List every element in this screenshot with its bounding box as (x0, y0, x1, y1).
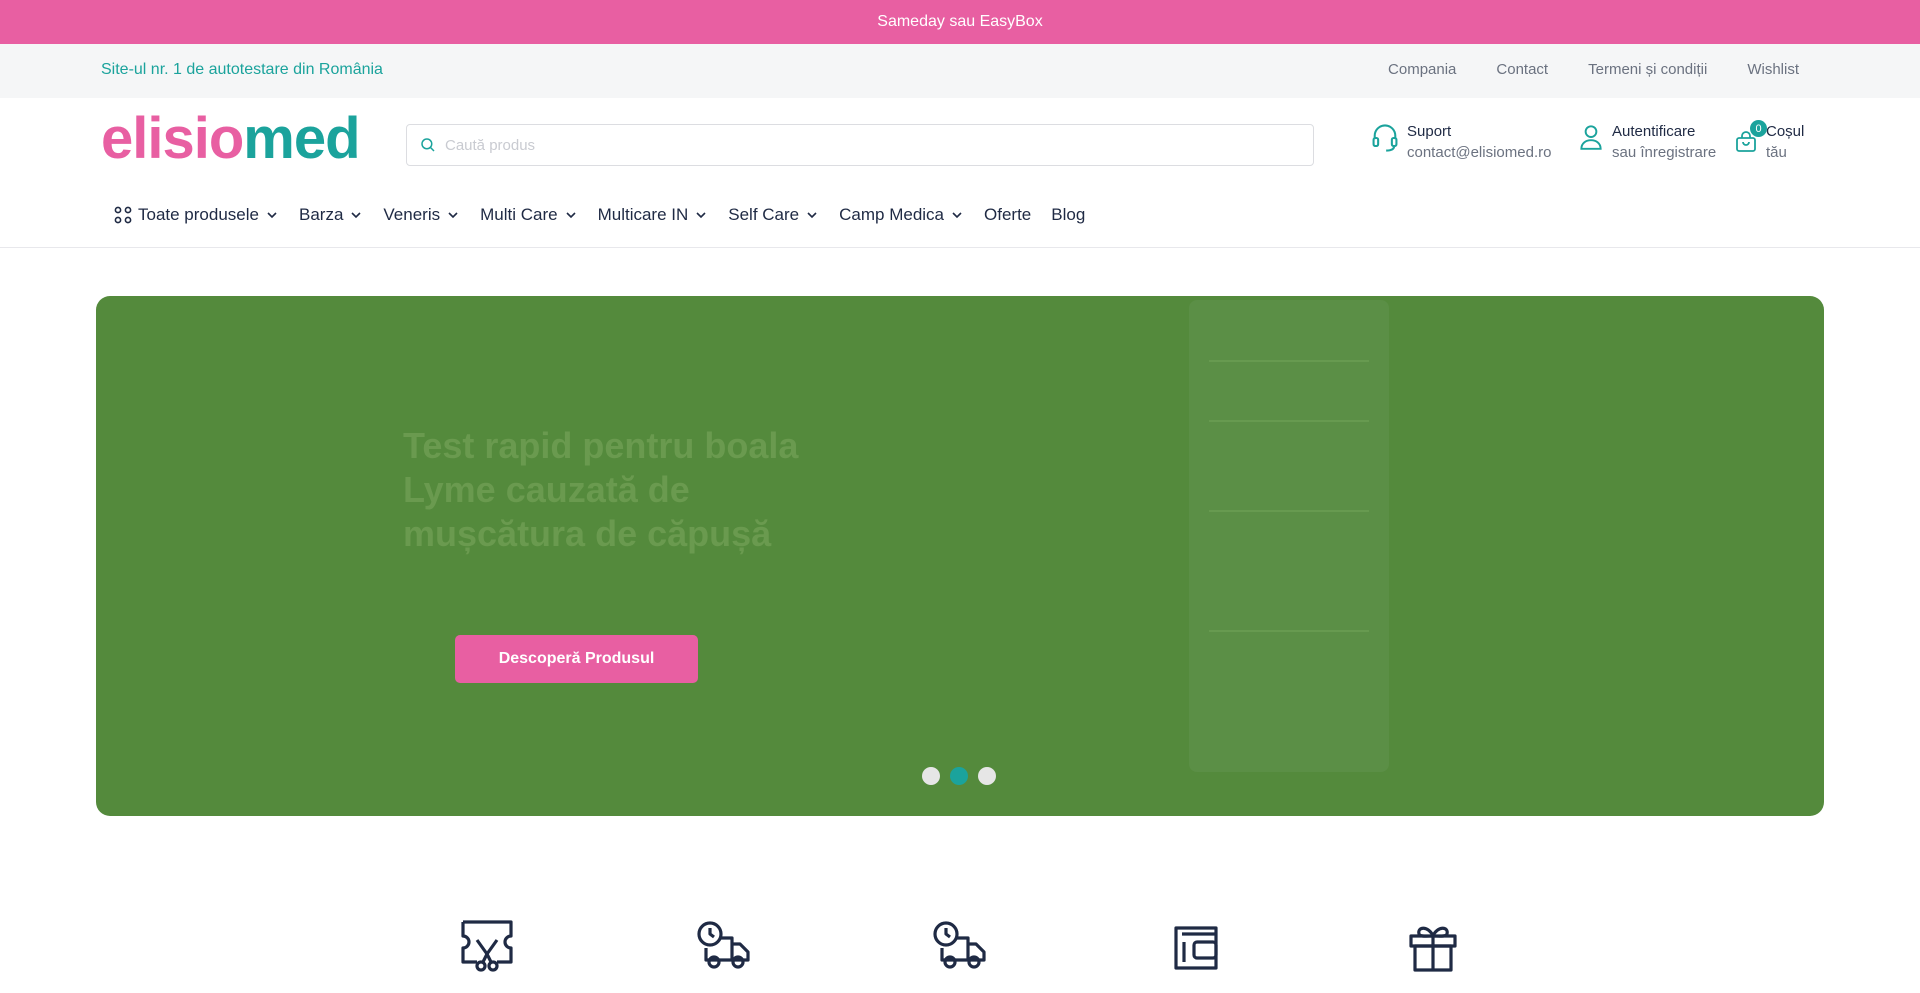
nav-item-multi-care[interactable]: Multi Care (480, 205, 577, 225)
account-title: Autentificare (1612, 123, 1696, 140)
search-input[interactable] (445, 136, 1285, 154)
support-email: contact@elisiomed.ro (1407, 144, 1552, 161)
support-title: Suport (1407, 123, 1452, 140)
utility-tagline: Site-ul nr. 1 de autotestare din România (101, 61, 383, 78)
utility-links: Compania Contact Termeni și condiții Wis… (1388, 61, 1799, 78)
cart-count-badge: 0 (1750, 120, 1767, 137)
nav-item-blog[interactable]: Blog (1051, 205, 1085, 225)
chevron-down-icon (566, 212, 576, 219)
nav-label: Camp Medica (839, 205, 945, 224)
slider-dot-1[interactable] (922, 767, 940, 785)
nav-label: Self Care (728, 205, 800, 224)
user-icon (1580, 125, 1602, 150)
nav-item-self-care[interactable]: Self Care (728, 205, 819, 225)
hero-product-image (1189, 300, 1389, 772)
nav-item-camp-medica[interactable]: Camp Medica (839, 205, 964, 225)
chevron-down-icon (267, 212, 277, 219)
headset-icon (1372, 124, 1398, 152)
link-wishlist[interactable]: Wishlist (1747, 61, 1799, 78)
promo-text: Sameday sau EasyBox (877, 13, 1043, 30)
cart-title: Coșul (1766, 123, 1805, 140)
support-contact[interactable]: Suport contact@elisiomed.ro (1371, 122, 1551, 164)
hero-slider[interactable]: Test rapid pentru boala Lyme cauzată de … (96, 296, 1824, 816)
delivery-truck-clock-icon (933, 921, 986, 969)
nav-label: Oferte (984, 205, 1032, 224)
nav-label: Veneris (383, 205, 441, 224)
nav-label: Toate produsele (138, 205, 259, 224)
slider-dots (922, 767, 996, 785)
utility-bar: Site-ul nr. 1 de autotestare din România… (0, 44, 1920, 98)
link-termeni[interactable]: Termeni și condiții (1588, 61, 1707, 78)
chevron-down-icon (351, 212, 361, 219)
discover-product-button[interactable]: Descoperă Produsul (455, 635, 698, 683)
nav-label: Barza (298, 205, 344, 224)
nav-item-oferte[interactable]: Oferte (984, 205, 1031, 225)
nav-label: Blog (1051, 205, 1086, 224)
cart-subtitle: tău (1766, 144, 1787, 161)
promo-bar: Sameday sau EasyBox (0, 0, 1920, 44)
cart-button[interactable]: 0 Coșul tău (1734, 120, 1805, 164)
wallet-icon (1174, 926, 1218, 970)
link-contact[interactable]: Contact (1496, 61, 1548, 78)
nav-item-veneris[interactable]: Veneris (383, 205, 460, 225)
logo-part-2: med (243, 106, 360, 171)
chevron-down-icon (448, 212, 458, 219)
ticket-scissors-icon (461, 920, 513, 972)
slider-dot-3[interactable] (978, 767, 996, 785)
product-image-stripe (1209, 630, 1369, 632)
chevron-down-icon (696, 212, 706, 219)
nav-label: Multicare IN (597, 205, 689, 224)
main-nav: Toate produsele Barza Veneris Multi Care… (114, 200, 1105, 230)
gift-icon (1409, 926, 1457, 972)
logo-part-1: elisio (101, 106, 244, 171)
features-row (0, 916, 1920, 993)
grid-icon (114, 206, 132, 224)
product-image-stripe (1209, 360, 1369, 362)
hero-title: Test rapid pentru boala Lyme cauzată de … (403, 425, 799, 554)
slider-dot-2[interactable] (950, 767, 968, 785)
site-header: elisiomed Suport contact@elisiomed.ro Au… (0, 98, 1920, 248)
nav-item-all-products[interactable]: Toate produsele (114, 205, 279, 225)
product-image-stripe (1209, 420, 1369, 422)
chevron-down-icon (952, 212, 962, 219)
nav-item-barza[interactable]: Barza (299, 205, 363, 225)
product-image-stripe (1209, 510, 1369, 512)
delivery-truck-clock-icon (697, 921, 750, 969)
nav-label: Multi Care (480, 205, 558, 224)
cart-icon-wrap: 0 (1734, 120, 1767, 159)
search-icon (421, 138, 435, 152)
logo[interactable]: elisiomed (101, 110, 361, 168)
search-box[interactable] (406, 124, 1314, 166)
chevron-down-icon (807, 212, 817, 219)
nav-item-multicare-in[interactable]: Multicare IN (598, 205, 709, 225)
account-login[interactable]: Autentificare sau înregistrare (1578, 122, 1716, 164)
account-subtitle: sau înregistrare (1612, 144, 1717, 161)
link-compania[interactable]: Compania (1388, 61, 1456, 78)
